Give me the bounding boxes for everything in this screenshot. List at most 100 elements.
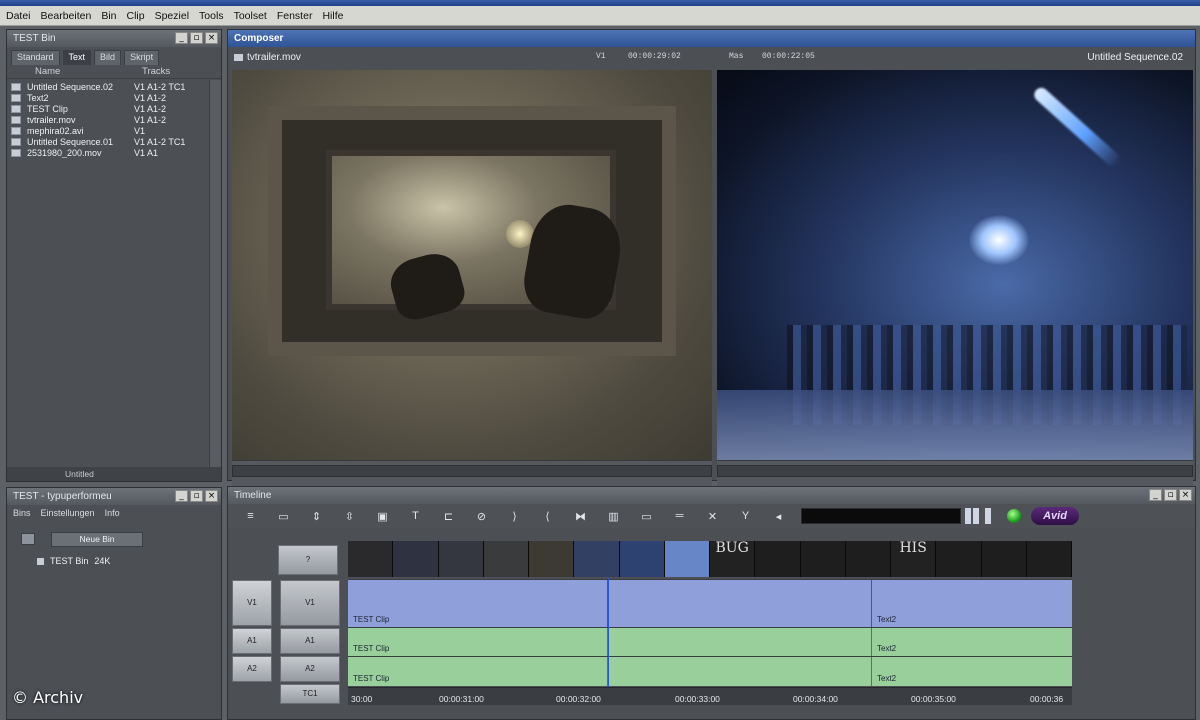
close-button[interactable]: × [205, 32, 218, 44]
menu-bin[interactable]: Bin [101, 10, 116, 22]
clip-segment[interactable] [608, 628, 872, 656]
clip-label: TEST Clip [353, 615, 390, 624]
tab-standard[interactable]: Standard [11, 50, 60, 65]
bin-entry[interactable]: TEST Bin 24K [37, 556, 110, 566]
source-track-v1[interactable]: V1 [232, 580, 272, 626]
maximize-button[interactable]: ▫ [1164, 489, 1177, 501]
bin-icon[interactable] [21, 533, 35, 545]
timecode-ruler[interactable]: 30:00 00:00:31:00 00:00:32:00 00:00:33:0… [348, 687, 1072, 705]
overwrite-icon[interactable]: ═ [663, 510, 696, 522]
column-tracks[interactable]: Tracks [142, 66, 212, 77]
clip-segment[interactable]: Text2 [872, 628, 1072, 656]
minimize-button[interactable]: _ [175, 490, 188, 502]
source-track-a2[interactable]: A2 [232, 656, 272, 682]
clip-segment[interactable]: TEST Clip [348, 628, 608, 656]
thumbnail [393, 541, 439, 577]
list-item[interactable]: Text2 V1 A1-2 [7, 92, 221, 103]
column-name[interactable]: Name [7, 66, 142, 77]
mark-out-icon[interactable]: ⟩ [498, 510, 531, 523]
segment-icon[interactable]: ▭ [267, 510, 300, 523]
disable-icon[interactable]: ⊘ [465, 510, 498, 523]
item-tracks: V1 [134, 125, 146, 136]
extract-segment-icon[interactable]: ⇳ [333, 510, 366, 523]
record-track-a2[interactable]: A2 [280, 656, 340, 682]
track-select-icon[interactable] [985, 508, 993, 524]
match-frame-icon[interactable]: ▥ [597, 510, 630, 523]
cut-icon[interactable]: ✕ [696, 510, 729, 523]
tab-skript[interactable]: Skript [124, 50, 160, 65]
clip-segment[interactable]: Text2 [872, 580, 1072, 627]
effect-icon[interactable]: ▣ [366, 510, 399, 523]
record-track-tc1[interactable]: TC1 [280, 684, 340, 704]
minimize-button[interactable]: _ [1149, 489, 1162, 501]
list-item[interactable]: tvtrailer.mov V1 A1-2 [7, 114, 221, 125]
clip-segment[interactable]: Text2 [872, 657, 1072, 686]
maximize-button[interactable]: ▫ [190, 490, 203, 502]
add-edit-icon[interactable]: Y [729, 510, 762, 522]
close-button[interactable]: × [205, 490, 218, 502]
clip-segment[interactable]: TEST Clip [348, 580, 608, 627]
menu-bearbeiten[interactable]: Bearbeiten [41, 10, 92, 22]
bin-panel-titlebar[interactable]: TEST Bin _ ▫ × [7, 30, 221, 47]
source-monitor[interactable] [232, 70, 712, 460]
bin-scrollbar[interactable] [209, 80, 221, 467]
record-sequence-name[interactable]: Untitled Sequence.02 [1087, 52, 1183, 63]
audio-track-a2[interactable]: TEST Clip Text2 [348, 656, 1072, 686]
menu-clip[interactable]: Clip [127, 10, 145, 22]
mas-label: Mas [729, 52, 744, 61]
grid-icon[interactable] [965, 508, 981, 524]
trim-icon[interactable]: ⊏ [432, 510, 465, 523]
audio-icon[interactable]: ◂ [762, 510, 795, 523]
record-track-a1[interactable]: A1 [280, 628, 340, 654]
tab-info[interactable]: Info [105, 508, 120, 520]
close-button[interactable]: × [1179, 489, 1192, 501]
settings-icon[interactable]: ≡ [234, 510, 267, 522]
video-track-v1[interactable]: TEST Clip Text2 [348, 579, 1072, 627]
list-item[interactable]: Untitled Sequence.01 V1 A1-2 TC1 [7, 136, 221, 147]
record-track-v1[interactable]: V1 [280, 580, 340, 626]
composer-titlebar[interactable]: Composer [228, 30, 1195, 47]
audio-track-a1[interactable]: TEST Clip Text2 [348, 627, 1072, 656]
menu-fenster[interactable]: Fenster [277, 10, 313, 22]
mas-timecode[interactable]: 00:00:22:05 [762, 52, 815, 61]
menu-speziel[interactable]: Speziel [155, 10, 189, 22]
lift-icon[interactable]: ▭ [630, 510, 663, 523]
item-tracks: V1 A1-2 [134, 103, 167, 114]
list-item[interactable]: Untitled Sequence.02 V1 A1-2 TC1 [7, 81, 221, 92]
v1-timecode[interactable]: 00:00:29:02 [628, 52, 681, 61]
tab-bins[interactable]: Bins [13, 508, 31, 520]
mark-in-icon[interactable]: ⟨ [531, 510, 564, 523]
clear-marks-icon[interactable]: ⧓ [564, 510, 597, 523]
tab-bild[interactable]: Bild [94, 50, 122, 65]
clip-segment[interactable] [608, 580, 872, 627]
project-panel-titlebar[interactable]: TEST - typuperformeu _ ▫ × [7, 488, 221, 505]
clip-segment[interactable] [608, 657, 872, 686]
list-item[interactable]: 2531980_200.mov V1 A1 [7, 147, 221, 158]
timecode-display[interactable] [801, 508, 961, 524]
clip-segment[interactable]: TEST Clip [348, 657, 608, 686]
menu-hilfe[interactable]: Hilfe [322, 10, 343, 22]
clip-menu-icon [234, 53, 243, 61]
source-position-bar[interactable] [232, 465, 712, 477]
thumbnail [438, 541, 484, 577]
menu-tools[interactable]: Tools [199, 10, 224, 22]
menu-toolset[interactable]: Toolset [234, 10, 267, 22]
new-bin-button[interactable]: Neue Bin [51, 532, 143, 547]
menu-datei[interactable]: Datei [6, 10, 31, 22]
source-clip-menu[interactable]: tvtrailer.mov [234, 52, 301, 63]
timeline-playhead[interactable] [608, 578, 609, 688]
record-position-bar[interactable] [717, 465, 1193, 477]
list-item[interactable]: TEST Clip V1 A1-2 [7, 103, 221, 114]
lift-segment-icon[interactable]: ⇕ [300, 510, 333, 523]
tab-text[interactable]: Text [62, 50, 92, 65]
maximize-button[interactable]: ▫ [190, 32, 203, 44]
bin-entry-size: 24K [94, 556, 111, 566]
track-question-button[interactable]: ? [278, 545, 338, 575]
list-item[interactable]: mephira02.avi V1 [7, 125, 221, 136]
record-monitor[interactable] [717, 70, 1193, 460]
source-track-a1[interactable]: A1 [232, 628, 272, 654]
tab-einstellungen[interactable]: Einstellungen [41, 508, 95, 520]
timeline-titlebar[interactable]: Timeline _ ▫ × [228, 487, 1195, 504]
minimize-button[interactable]: _ [175, 32, 188, 44]
title-tool-icon[interactable]: T [399, 510, 432, 522]
